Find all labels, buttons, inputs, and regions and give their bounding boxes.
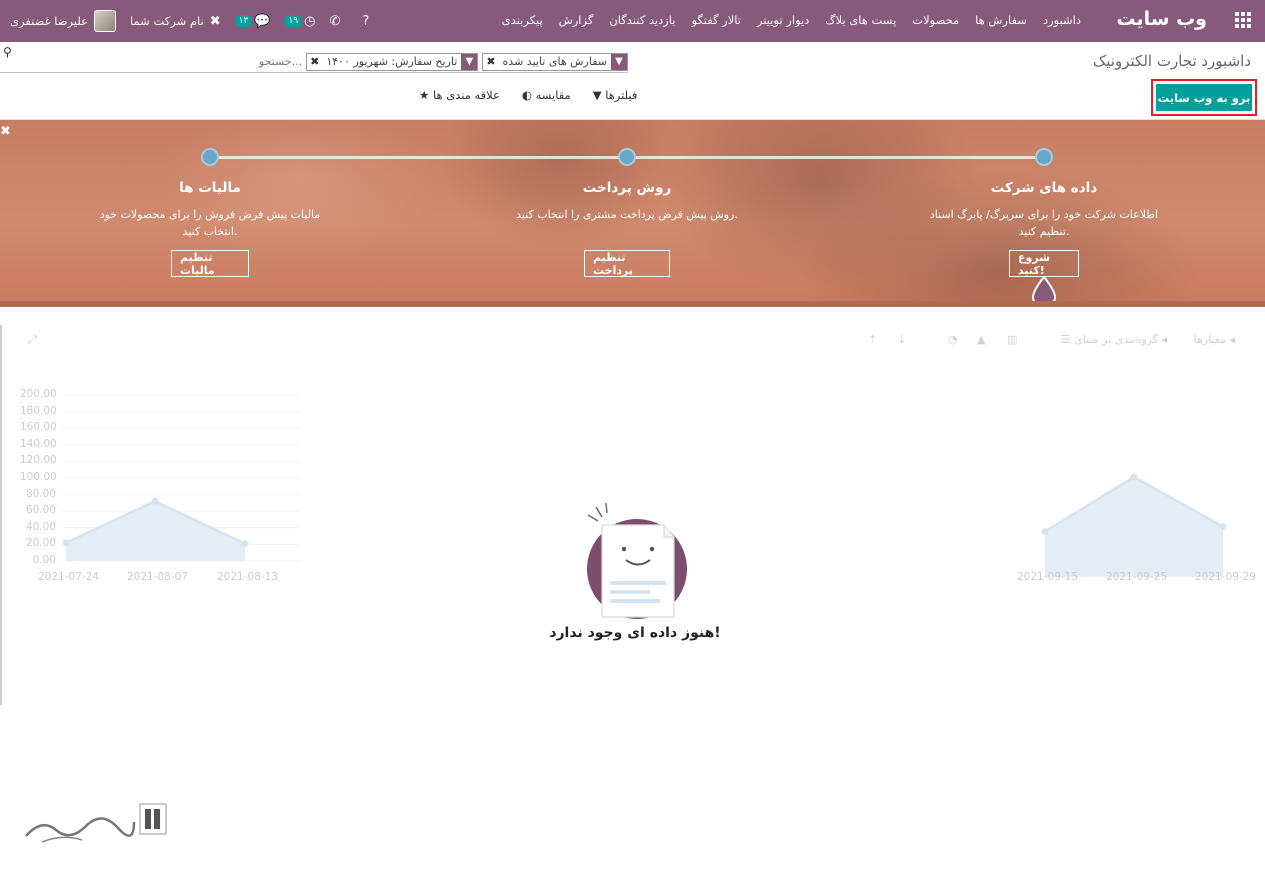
group-by-dropdown[interactable]: ☰ گروه‌بندی بر مبنای ◂ xyxy=(1061,333,1167,346)
filters-label: فیلترها xyxy=(605,88,638,102)
data-point[interactable] xyxy=(1041,528,1049,535)
avatar xyxy=(94,10,117,32)
no-data-message: هنوز داده ای وجود ندارد! xyxy=(549,625,721,641)
x-tick-label: 2021-09-29 xyxy=(1195,571,1257,583)
compare-dropdown[interactable]: ◐ مقایسه xyxy=(522,88,571,102)
menu-item-twitter-wall[interactable]: دیوار توییتر xyxy=(757,13,809,27)
user-menu[interactable]: علیرضا غضنفری xyxy=(10,10,117,32)
activity-badge: ۱۹ xyxy=(284,15,303,27)
step-dot-company xyxy=(1035,148,1053,166)
bar-chart-icon[interactable]: ▥ xyxy=(1007,333,1017,346)
menu-item-orders[interactable]: سفارش ها xyxy=(975,13,1027,27)
phone-icon[interactable]: ✆ xyxy=(329,14,340,29)
pie-chart-icon[interactable]: ◔ xyxy=(948,333,958,346)
sort-descending-icon[interactable]: ⇣ xyxy=(897,333,906,346)
help-icon[interactable]: ? xyxy=(362,14,369,29)
chart-left: 200.00 180.00 160.00 140.00 120.00 100.00 80.0… xyxy=(0,387,310,587)
search-facet-order-date: ▼ تاریخ سفارش: شهریور ۱۴۰۰ ✖ xyxy=(306,52,479,71)
filter-icon: ▼ xyxy=(461,53,478,70)
x-tick-label: 2021-09-15 xyxy=(1017,571,1079,583)
data-point[interactable] xyxy=(62,539,70,547)
step-dot-taxes xyxy=(201,148,219,166)
company-switcher[interactable]: نام شرکت شما ✖ xyxy=(130,14,221,29)
facet-label: سفارش های تایید شده xyxy=(502,55,607,68)
debug-tools-icon[interactable]: ✖ xyxy=(210,14,221,29)
data-point[interactable] xyxy=(1219,523,1227,531)
graph-toolbar: معیارها ◂ ☰ گروه‌بندی بر مبنای ◂ ▥ ▲ ◔ ⇣… xyxy=(0,333,1265,353)
onboarding-banner: ✖ داده های شرکت اطلاعات شرکت خود را برای… xyxy=(0,120,1265,307)
onboarding-step-payment: روش پرداخت روش پیش فرض پرداخت مشتری را ا… xyxy=(507,180,747,223)
start-company-setup-button[interactable]: شروع کنید! xyxy=(1009,250,1079,277)
chart-right-plot xyxy=(1041,473,1227,577)
search-bar[interactable]: ▼ سفارش های تایید شده ✖ ▼ تاریخ سفارش: ش… xyxy=(0,51,628,73)
remove-facet-icon[interactable]: ✖ xyxy=(307,54,322,70)
menu-item-blog-posts[interactable]: پست های بلاگ xyxy=(825,13,896,27)
compare-label: مقایسه xyxy=(535,88,571,102)
filter-icon: ▼ xyxy=(611,53,627,70)
step-title: مالیات ها xyxy=(179,180,241,196)
x-tick-label: 2021-08-13 xyxy=(217,571,279,583)
favorites-dropdown[interactable]: ★ علاقه مندی ها xyxy=(419,88,500,102)
x-tick-label: 2021-07-24 xyxy=(38,571,100,583)
company-name: نام شرکت شما xyxy=(130,14,204,28)
search-icon[interactable]: ⚲ xyxy=(3,45,12,59)
no-data-illustration xyxy=(587,502,687,619)
measures-label: معیارها xyxy=(1193,333,1226,346)
onboarding-step-taxes: مالیات ها مالیات پیش فرض فروش را برای مح… xyxy=(90,180,330,240)
chart-right: 2021-09-15 2021-09-25 2021-09-29 xyxy=(940,447,1260,587)
step-description: روش پیش فرض پرداخت مشتری را انتخاب کنید. xyxy=(516,208,738,221)
x-tick-label: 2021-08-07 xyxy=(127,571,189,583)
facet-label: تاریخ سفارش: شهریور ۱۴۰۰ xyxy=(326,55,458,68)
area-chart-icon[interactable]: ▲ xyxy=(977,333,985,346)
measures-dropdown[interactable]: معیارها ◂ xyxy=(1194,333,1235,346)
step-description: مالیات پیش فرض فروش را برای محصولات خود … xyxy=(99,208,321,238)
app-brand[interactable]: وب سایت xyxy=(1116,8,1207,30)
favorites-label: علاقه مندی ها xyxy=(432,88,500,102)
messaging-badge: ۱۳ xyxy=(234,15,253,27)
menu-item-products[interactable]: محصولات xyxy=(912,13,959,27)
sort-ascending-icon[interactable]: ⇡ xyxy=(868,333,877,346)
search-input[interactable] xyxy=(232,55,303,68)
menu-item-forum[interactable]: تالار گفتگو xyxy=(691,13,741,27)
go-to-website-button[interactable]: برو به وب سایت xyxy=(1156,84,1252,111)
data-point[interactable] xyxy=(151,497,159,505)
search-facet-confirmed-orders: ▼ سفارش های تایید شده ✖ xyxy=(482,52,628,71)
step-title: داده های شرکت xyxy=(990,180,1098,196)
control-panel: داشبورد تجارت الکترونیک ▼ سفارش های تایی… xyxy=(0,42,1265,120)
series-area xyxy=(1045,477,1223,577)
apps-menu-icon[interactable] xyxy=(1235,12,1251,28)
page-title: داشبورد تجارت الکترونیک xyxy=(1092,52,1251,70)
search-options: ▼ فیلترها ◐ مقایسه ★ علاقه مندی ها xyxy=(419,88,637,102)
menu-item-visitors[interactable]: بازدید کنندگان xyxy=(609,13,675,27)
expand-icon[interactable]: ⤢ xyxy=(28,333,37,347)
x-tick-label: 2021-09-25 xyxy=(1106,571,1168,583)
chart-left-plot xyxy=(62,394,300,562)
data-point[interactable] xyxy=(241,540,249,548)
menu-item-configuration[interactable]: پیکربندی xyxy=(502,13,543,27)
menu-item-reporting[interactable]: گزارش xyxy=(559,13,594,27)
step-dot-payment xyxy=(618,148,636,166)
systray: علیرضا غضنفری نام شرکت شما ✖ ۱۳ 💬 ۱۹ ◷ ✆ ? xyxy=(10,8,369,34)
group-by-label: گروه‌بندی بر مبنای xyxy=(1074,333,1158,346)
top-navbar: وب سایت داشبورد سفارش ها محصولات پست های… xyxy=(0,0,1265,42)
dashboard-area: معیارها ◂ ☰ گروه‌بندی بر مبنای ◂ ▥ ▲ ◔ ⇣… xyxy=(0,307,1265,869)
watermark-logo xyxy=(25,803,167,843)
go-to-website-highlight: برو به وب سایت xyxy=(1151,79,1257,116)
close-banner-icon[interactable]: ✖ xyxy=(0,124,11,139)
activity-clock-icon[interactable]: ۱۹ ◷ xyxy=(284,14,315,29)
step-title: روش پرداخت xyxy=(582,180,672,196)
filters-dropdown[interactable]: ▼ فیلترها xyxy=(593,88,638,102)
set-payment-button[interactable]: تنظیم پرداخت xyxy=(584,250,670,277)
onboarding-step-company: داده های شرکت اطلاعات شرکت خود را برای س… xyxy=(924,180,1164,240)
data-point[interactable] xyxy=(1130,473,1138,481)
remove-facet-icon[interactable]: ✖ xyxy=(483,54,498,70)
messaging-icon[interactable]: ۱۳ 💬 xyxy=(234,14,270,29)
menu-item-dashboard[interactable]: داشبورد xyxy=(1043,13,1081,27)
set-taxes-button[interactable]: تنظیم مالیات xyxy=(171,250,249,277)
user-name: علیرضا غضنفری xyxy=(10,14,89,28)
step-description: اطلاعات شرکت خود را برای سربرگ/ پابرگ اس… xyxy=(929,208,1159,238)
main-menu: داشبورد سفارش ها محصولات پست های بلاگ دی… xyxy=(502,13,1081,27)
